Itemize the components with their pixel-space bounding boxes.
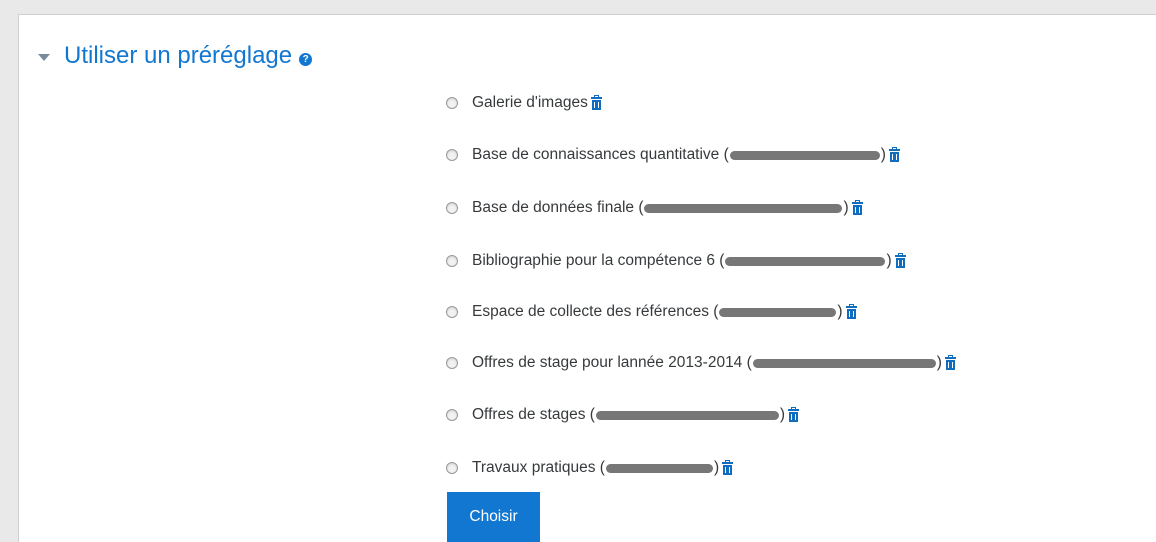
redacted-author [725,256,886,266]
trash-icon[interactable] [888,146,900,162]
preset-option[interactable]: Offres de stage pour lannée 2013-2014 ( … [446,352,956,374]
help-icon[interactable]: ? [299,52,313,66]
preset-suffix: ) [713,459,720,476]
preset-option[interactable]: Bibliographie pour la compétence 6 ( ) [446,250,906,272]
caret-down-icon[interactable] [38,53,50,61]
preset-option[interactable]: Offres de stages ( ) [446,404,800,426]
preset-suffix: ) [880,146,886,163]
preset-option[interactable]: Galerie d'images [446,92,602,114]
preset-label: Bibliographie pour la compétence 6 ( [472,252,725,269]
section-title: Utiliser un préréglage [64,42,293,69]
preset-suffix: ) [837,303,843,320]
preset-label: Offres de stages ( [472,406,595,423]
radio-button[interactable] [446,462,458,474]
preset-label: Galerie d'images [472,94,588,111]
preset-suffix: ) [843,199,849,216]
trash-icon[interactable] [944,354,956,370]
radio-button[interactable] [446,149,458,161]
trash-icon[interactable] [845,303,857,319]
preset-label: Base de données finale ( [472,199,644,216]
preset-label: Offres de stage pour lannée 2013-2014 ( [472,354,752,371]
trash-icon[interactable] [851,199,863,215]
preset-label: Travaux pratiques ( [472,459,605,476]
trash-icon[interactable] [590,94,602,110]
radio-button[interactable] [446,255,458,267]
radio-button[interactable] [446,409,458,421]
preset-option[interactable]: Travaux pratiques ( ) [446,457,734,479]
radio-button[interactable] [446,357,458,369]
redacted-author [605,463,713,473]
preset-suffix: ) [779,406,786,423]
preset-option[interactable]: Base de données finale ( ) [446,197,863,219]
radio-button[interactable] [446,202,458,214]
section-toggle[interactable]: Utiliser un préréglage ? [38,42,313,70]
preset-option[interactable]: Base de connaissances quantitative ( ) [446,144,900,166]
choose-button[interactable]: Choisir [447,492,540,542]
radio-button[interactable] [446,97,458,109]
trash-icon[interactable] [722,459,734,475]
trash-icon[interactable] [788,406,800,422]
redacted-author [595,410,779,420]
redacted-author [752,358,936,368]
redacted-author [719,307,837,317]
preset-label: Espace de collecte des références ( [472,303,719,320]
preset-suffix: ) [886,252,892,269]
preset-suffix: ) [936,354,942,371]
preset-label: Base de connaissances quantitative ( [472,146,729,163]
redacted-author [644,203,843,213]
preset-option[interactable]: Espace de collecte des références ( ) [446,301,857,323]
redacted-author [729,150,880,160]
trash-icon[interactable] [894,252,906,268]
radio-button[interactable] [446,306,458,318]
